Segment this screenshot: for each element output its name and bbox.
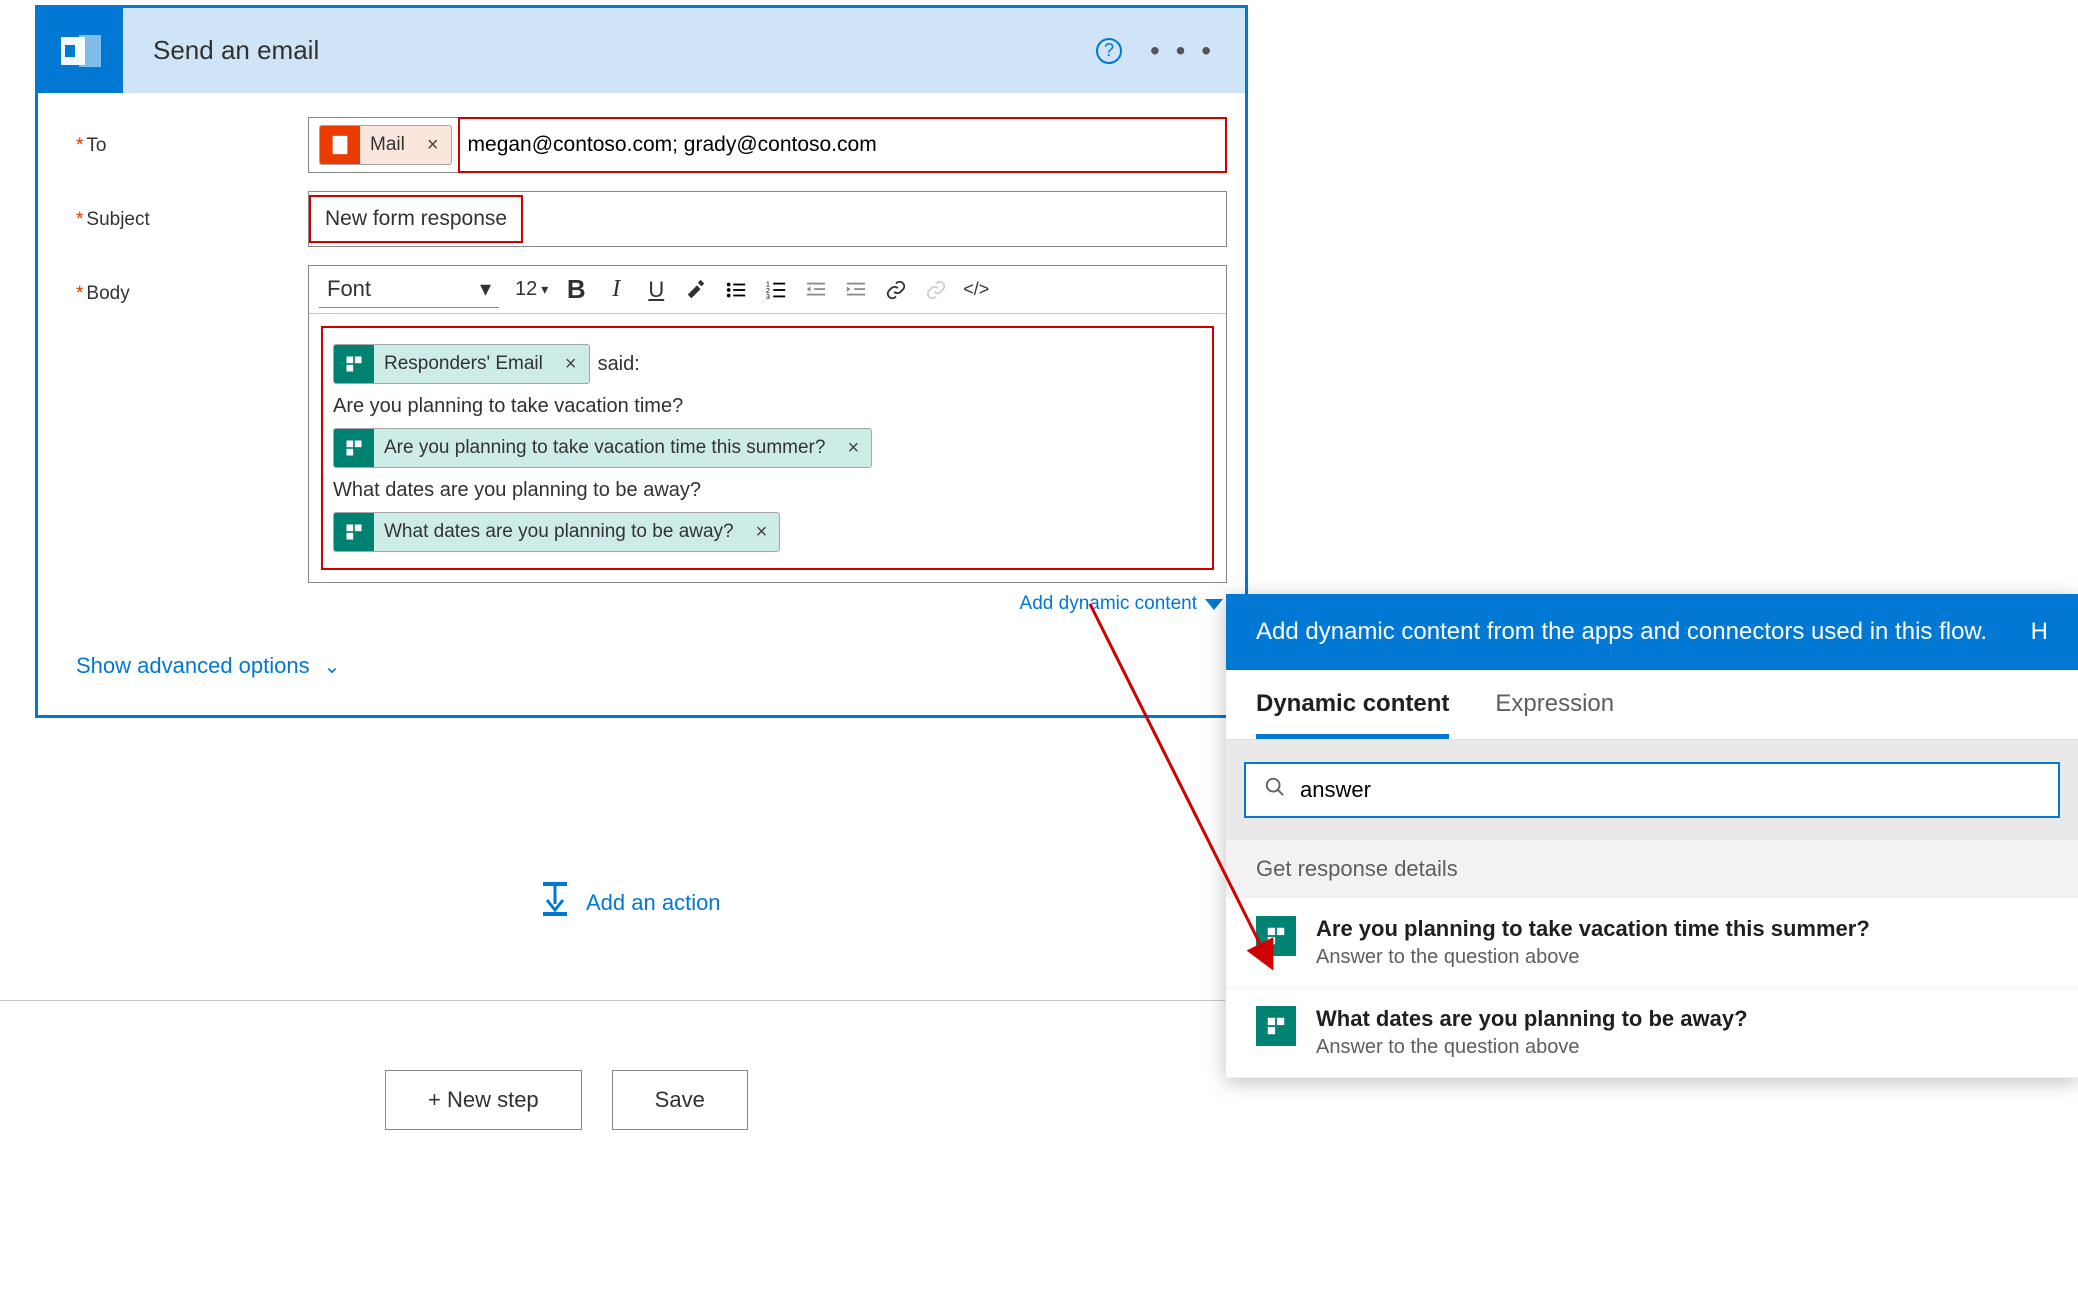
show-advanced-options[interactable]: Show advanced options ⌄ bbox=[76, 653, 340, 679]
forms-icon bbox=[334, 512, 374, 552]
to-token-mail[interactable]: Mail × bbox=[319, 125, 452, 165]
to-field[interactable]: Mail × bbox=[308, 117, 1227, 173]
card-body: *To Mail × *Subject bbox=[38, 93, 1245, 715]
dc-hide-link[interactable]: H bbox=[2031, 616, 2048, 648]
body-token-vacation-question[interactable]: Are you planning to take vacation time t… bbox=[333, 428, 872, 468]
body-content[interactable]: Responders' Email × said: Are you planni… bbox=[309, 314, 1226, 582]
subject-input[interactable]: New form response bbox=[325, 207, 507, 230]
dc-header-text: Add dynamic content from the apps and co… bbox=[1256, 616, 2017, 648]
body-text: said: bbox=[598, 348, 640, 380]
outdent-icon[interactable] bbox=[798, 272, 834, 308]
body-row: *Body Font▾ 12▾ B I U bbox=[76, 265, 1227, 615]
dc-item-vacation[interactable]: Are you planning to take vacation time t… bbox=[1226, 898, 2078, 988]
add-action-link[interactable]: Add an action bbox=[540, 882, 721, 924]
remove-token-icon[interactable]: × bbox=[415, 134, 451, 157]
card-title: Send an email bbox=[123, 35, 1096, 66]
rte-toolbar: Font▾ 12▾ B I U bbox=[309, 266, 1226, 314]
subject-field[interactable]: New form response bbox=[308, 191, 1227, 247]
forms-icon bbox=[1256, 916, 1296, 956]
dc-item-subtitle: Answer to the question above bbox=[1316, 1036, 1748, 1059]
dc-search-input[interactable] bbox=[1300, 777, 2040, 803]
forms-icon bbox=[334, 344, 374, 384]
divider bbox=[0, 1000, 1225, 1001]
highlight-icon[interactable] bbox=[678, 272, 714, 308]
remove-token-icon[interactable]: × bbox=[553, 348, 589, 380]
body-token-responders-email[interactable]: Responders' Email × bbox=[333, 344, 590, 384]
to-label: *To bbox=[76, 117, 308, 173]
dc-search-wrap bbox=[1226, 740, 2078, 840]
search-icon bbox=[1264, 776, 1286, 804]
outlook-icon bbox=[38, 8, 123, 93]
dynamic-content-panel: Add dynamic content from the apps and co… bbox=[1226, 594, 2078, 1078]
forms-icon bbox=[1256, 1006, 1296, 1046]
to-input[interactable] bbox=[460, 119, 1225, 171]
dc-item-title: Are you planning to take vacation time t… bbox=[1316, 916, 1870, 942]
dc-header: Add dynamic content from the apps and co… bbox=[1226, 594, 2078, 670]
caret-down-icon bbox=[1205, 599, 1223, 610]
office-icon bbox=[320, 125, 360, 165]
code-view-icon[interactable]: </> bbox=[958, 272, 994, 308]
dc-section-header: Get response details bbox=[1226, 840, 2078, 898]
card-header: Send an email ? • • • bbox=[38, 8, 1245, 93]
send-email-card: Send an email ? • • • *To Mail × bbox=[35, 5, 1248, 718]
body-editor: Font▾ 12▾ B I U bbox=[308, 265, 1227, 583]
remove-token-icon[interactable]: × bbox=[744, 516, 780, 548]
tab-expression[interactable]: Expression bbox=[1495, 690, 1614, 739]
font-selector[interactable]: Font▾ bbox=[319, 272, 499, 308]
body-text: Are you planning to take vacation time? bbox=[333, 390, 1202, 422]
more-menu-icon[interactable]: • • • bbox=[1150, 35, 1215, 67]
italic-icon[interactable]: I bbox=[598, 272, 634, 308]
underline-icon[interactable]: U bbox=[638, 272, 674, 308]
subject-row: *Subject New form response bbox=[76, 191, 1227, 247]
subject-label: *Subject bbox=[76, 191, 308, 247]
bold-icon[interactable]: B bbox=[558, 272, 594, 308]
unlink-icon[interactable] bbox=[918, 272, 954, 308]
body-token-dates-question[interactable]: What dates are you planning to be away? … bbox=[333, 512, 780, 552]
font-size-selector[interactable]: 12▾ bbox=[509, 272, 554, 308]
bullet-list-icon[interactable] bbox=[718, 272, 754, 308]
dc-search[interactable] bbox=[1244, 762, 2060, 818]
svg-text:3: 3 bbox=[766, 292, 770, 301]
remove-token-icon[interactable]: × bbox=[835, 432, 871, 464]
add-action-icon bbox=[540, 882, 570, 924]
indent-icon[interactable] bbox=[838, 272, 874, 308]
body-label: *Body bbox=[76, 265, 308, 615]
body-text: What dates are you planning to be away? bbox=[333, 474, 1202, 506]
help-icon[interactable]: ? bbox=[1096, 38, 1122, 64]
number-list-icon[interactable]: 123 bbox=[758, 272, 794, 308]
add-dynamic-content-link[interactable]: Add dynamic content bbox=[1020, 593, 1223, 615]
dc-item-dates[interactable]: What dates are you planning to be away? … bbox=[1226, 988, 2078, 1078]
save-button[interactable]: Save bbox=[612, 1070, 748, 1130]
tab-dynamic-content[interactable]: Dynamic content bbox=[1256, 690, 1449, 739]
bottom-buttons: + New step Save bbox=[385, 1070, 748, 1130]
dc-item-title: What dates are you planning to be away? bbox=[1316, 1006, 1748, 1032]
new-step-button[interactable]: + New step bbox=[385, 1070, 582, 1130]
to-row: *To Mail × bbox=[76, 117, 1227, 173]
link-icon[interactable] bbox=[878, 272, 914, 308]
dc-tabs: Dynamic content Expression bbox=[1226, 670, 2078, 740]
chevron-down-icon: ⌄ bbox=[324, 654, 341, 679]
forms-icon bbox=[334, 428, 374, 468]
dc-item-subtitle: Answer to the question above bbox=[1316, 946, 1870, 969]
